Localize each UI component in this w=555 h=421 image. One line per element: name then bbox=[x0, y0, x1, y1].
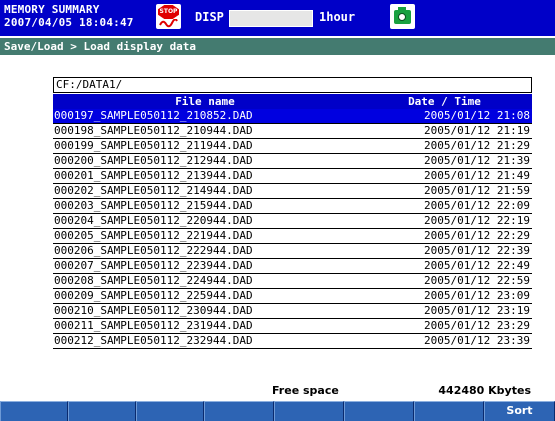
free-space-label: Free space bbox=[272, 384, 339, 397]
file-name: 000208_SAMPLE050112_224944.DAD bbox=[54, 274, 253, 287]
softkey-sort[interactable]: Sort bbox=[484, 401, 555, 421]
file-name: 000209_SAMPLE050112_225944.DAD bbox=[54, 289, 253, 302]
column-header-filename[interactable]: File name bbox=[53, 94, 357, 109]
file-row[interactable]: 000207_SAMPLE050112_223944.DAD 2005/01/12… bbox=[53, 259, 532, 274]
softkey-bar: Sort bbox=[0, 401, 555, 421]
pen-wave-icon bbox=[159, 19, 178, 28]
mode-and-clock: MEMORY SUMMARY 2007/04/05 18:04:47 bbox=[4, 3, 134, 29]
file-datetime: 2005/01/12 22:39 bbox=[424, 244, 530, 257]
file-rows: 000197_SAMPLE050112_210852.DAD 2005/01/12… bbox=[53, 109, 532, 349]
file-list-header: File name Date / Time bbox=[53, 94, 532, 109]
softkey-5[interactable] bbox=[274, 401, 344, 421]
file-datetime: 2005/01/12 21:49 bbox=[424, 169, 530, 182]
file-row[interactable]: 000202_SAMPLE050112_214944.DAD 2005/01/12… bbox=[53, 184, 532, 199]
file-datetime: 2005/01/12 21:19 bbox=[424, 124, 530, 137]
file-datetime: 2005/01/12 21:59 bbox=[424, 184, 530, 197]
file-row[interactable]: 000197_SAMPLE050112_210852.DAD 2005/01/12… bbox=[53, 109, 532, 124]
disp-label: DISP bbox=[195, 10, 224, 24]
file-datetime: 2005/01/12 21:08 bbox=[424, 109, 530, 122]
file-row[interactable]: 000210_SAMPLE050112_230944.DAD 2005/01/12… bbox=[53, 304, 532, 319]
file-row[interactable]: 000212_SAMPLE050112_232944.DAD 2005/01/12… bbox=[53, 334, 532, 349]
file-row[interactable]: 000206_SAMPLE050112_222944.DAD 2005/01/12… bbox=[53, 244, 532, 259]
file-name: 000199_SAMPLE050112_211944.DAD bbox=[54, 139, 253, 152]
status-header: MEMORY SUMMARY 2007/04/05 18:04:47 STOP … bbox=[0, 0, 555, 36]
file-name: 000200_SAMPLE050112_212944.DAD bbox=[54, 154, 253, 167]
file-name: 000212_SAMPLE050112_232944.DAD bbox=[54, 334, 253, 347]
display-progress-bar bbox=[229, 10, 313, 27]
file-name: 000203_SAMPLE050112_215944.DAD bbox=[54, 199, 253, 212]
softkey-1[interactable] bbox=[0, 401, 68, 421]
file-row[interactable]: 000203_SAMPLE050112_215944.DAD 2005/01/12… bbox=[53, 199, 532, 214]
file-name: 000207_SAMPLE050112_223944.DAD bbox=[54, 259, 253, 272]
file-datetime: 2005/01/12 23:09 bbox=[424, 289, 530, 302]
file-row[interactable]: 000201_SAMPLE050112_213944.DAD 2005/01/12… bbox=[53, 169, 532, 184]
mode-label: MEMORY SUMMARY bbox=[4, 3, 100, 16]
file-datetime: 2005/01/12 21:39 bbox=[424, 154, 530, 167]
file-datetime: 2005/01/12 21:29 bbox=[424, 139, 530, 152]
file-datetime: 2005/01/12 22:29 bbox=[424, 229, 530, 242]
file-row[interactable]: 000211_SAMPLE050112_231944.DAD 2005/01/12… bbox=[53, 319, 532, 334]
file-name: 000210_SAMPLE050112_230944.DAD bbox=[54, 304, 253, 317]
softkey-3[interactable] bbox=[136, 401, 204, 421]
file-name: 000201_SAMPLE050112_213944.DAD bbox=[54, 169, 253, 182]
file-datetime: 2005/01/12 22:09 bbox=[424, 199, 530, 212]
softkey-6[interactable] bbox=[344, 401, 414, 421]
file-name: 000204_SAMPLE050112_220944.DAD bbox=[54, 214, 253, 227]
file-row[interactable]: 000209_SAMPLE050112_225944.DAD 2005/01/12… bbox=[53, 289, 532, 304]
file-row[interactable]: 000208_SAMPLE050112_224944.DAD 2005/01/12… bbox=[53, 274, 532, 289]
file-datetime: 2005/01/12 23:19 bbox=[424, 304, 530, 317]
file-name: 000202_SAMPLE050112_214944.DAD bbox=[54, 184, 253, 197]
file-datetime: 2005/01/12 23:39 bbox=[424, 334, 530, 347]
file-list: File name Date / Time 000197_SAMPLE05011… bbox=[53, 94, 532, 349]
file-name: 000205_SAMPLE050112_221944.DAD bbox=[54, 229, 253, 242]
file-name: 000197_SAMPLE050112_210852.DAD bbox=[54, 109, 253, 122]
file-row[interactable]: 000205_SAMPLE050112_221944.DAD 2005/01/12… bbox=[53, 229, 532, 244]
file-row[interactable]: 000204_SAMPLE050112_220944.DAD 2005/01/12… bbox=[53, 214, 532, 229]
column-header-datetime[interactable]: Date / Time bbox=[357, 94, 532, 109]
camera-icon bbox=[390, 4, 415, 29]
file-datetime: 2005/01/12 23:29 bbox=[424, 319, 530, 332]
softkey-7[interactable] bbox=[414, 401, 484, 421]
clock-datetime: 2007/04/05 18:04:47 bbox=[4, 16, 134, 29]
file-name: 000206_SAMPLE050112_222944.DAD bbox=[54, 244, 253, 257]
breadcrumb: Save/Load > Load display data bbox=[0, 38, 555, 55]
time-span-label: 1hour bbox=[319, 10, 356, 24]
file-datetime: 2005/01/12 22:59 bbox=[424, 274, 530, 287]
file-datetime: 2005/01/12 22:49 bbox=[424, 259, 530, 272]
directory-path-field[interactable]: CF:/DATA1/ bbox=[53, 77, 532, 93]
softkey-4[interactable] bbox=[204, 401, 274, 421]
file-row[interactable]: 000200_SAMPLE050112_212944.DAD 2005/01/12… bbox=[53, 154, 532, 169]
softkey-2[interactable] bbox=[68, 401, 136, 421]
free-space-value: 442480 Kbytes bbox=[438, 384, 531, 397]
file-datetime: 2005/01/12 22:19 bbox=[424, 214, 530, 227]
file-row[interactable]: 000198_SAMPLE050112_210944.DAD 2005/01/12… bbox=[53, 124, 532, 139]
file-row[interactable]: 000199_SAMPLE050112_211944.DAD 2005/01/12… bbox=[53, 139, 532, 154]
stop-sign: STOP bbox=[158, 5, 179, 19]
file-name: 000198_SAMPLE050112_210944.DAD bbox=[54, 124, 253, 137]
file-name: 000211_SAMPLE050112_231944.DAD bbox=[54, 319, 253, 332]
stop-status-icon: STOP bbox=[156, 4, 181, 29]
